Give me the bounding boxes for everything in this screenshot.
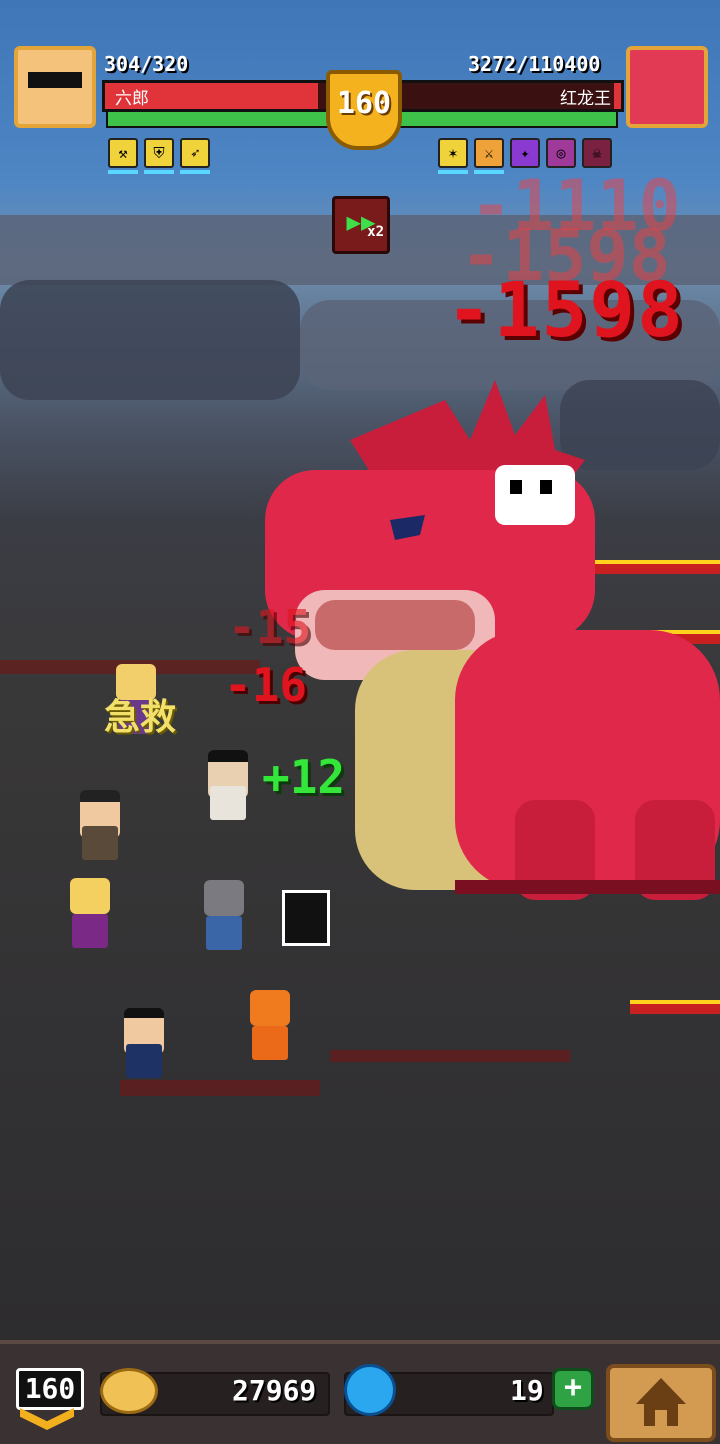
- hero-samurai[interactable]: [200, 750, 256, 824]
- status-text: 急救: [104, 697, 177, 738]
- bottom-bar: 160 27969 19 +: [0, 1340, 720, 1444]
- boot-icon[interactable]: ➶: [180, 138, 210, 168]
- damage-number: -1598: [446, 265, 685, 354]
- pirate-flag-icon: [282, 890, 330, 946]
- buff-timer: [144, 170, 174, 174]
- battle-scene[interactable]: -1110 -1598 -1598 -15 -16 +12 急救 ▶▶ x2: [0, 0, 720, 1340]
- buff-timer: [180, 170, 210, 174]
- boss-hp-fill: [614, 83, 621, 109]
- hero-elder[interactable]: [62, 878, 118, 952]
- hero-ginger-mage[interactable]: [242, 990, 298, 1064]
- buff-timer: [108, 170, 138, 174]
- add-gems-button[interactable]: +: [552, 1368, 594, 1410]
- mask-icon: [28, 72, 82, 88]
- player-hp-text: 304/320: [104, 52, 189, 76]
- sword-icon[interactable]: ✦: [510, 138, 540, 168]
- player-name: 六郎: [115, 89, 149, 109]
- player-avatar[interactable]: [14, 46, 96, 128]
- wings-icon: [20, 1408, 74, 1430]
- boss-hp-text: 3272/110400: [468, 52, 601, 76]
- heal-number: +12: [262, 750, 346, 804]
- damage-number: -16: [224, 658, 308, 712]
- player-hp-bar: 六郎: [102, 80, 332, 112]
- speed-label: x2: [367, 224, 384, 240]
- player-level-badge[interactable]: 160: [10, 1366, 84, 1434]
- boss-energy-gauge: [392, 110, 618, 128]
- fire-icon[interactable]: ✶: [438, 138, 468, 168]
- boss-gauge-fill: [394, 112, 616, 126]
- shield-icon[interactable]: ⛨: [144, 138, 174, 168]
- ground-streak: [330, 1050, 570, 1062]
- claw-icon[interactable]: ⚔: [474, 138, 504, 168]
- buff-timer: [438, 170, 468, 174]
- gem-amount: 19: [510, 1374, 544, 1407]
- top-hud: 304/320 六郎 3272/110400 红龙王 160 ⚒ ⛨ ➶ ✶ ⚔…: [0, 0, 720, 190]
- hero-boy[interactable]: [72, 790, 128, 864]
- gold-coin-icon: [100, 1368, 158, 1414]
- lava-crack: [630, 1000, 720, 1014]
- player-level: 160: [16, 1368, 84, 1410]
- axe-icon[interactable]: ⚒: [108, 138, 138, 168]
- damage-number: -15: [228, 600, 312, 654]
- speed-toggle-button[interactable]: ▶▶ x2: [332, 196, 390, 254]
- gem-icon: [344, 1364, 396, 1416]
- boss-hp-bar: 红龙王: [394, 80, 624, 112]
- red-dragon-boss[interactable]: [255, 380, 720, 910]
- skull-debuff-icon: [495, 465, 575, 525]
- player-gauge-fill: [108, 112, 330, 126]
- gold-amount: 27969: [232, 1374, 317, 1407]
- hero-gray-hair[interactable]: [196, 880, 252, 954]
- hero-officer[interactable]: [116, 1008, 172, 1082]
- home-button[interactable]: [606, 1364, 716, 1442]
- ground-streak: [120, 1080, 320, 1096]
- boss-name: 红龙王: [560, 89, 611, 109]
- boss-avatar[interactable]: [626, 46, 708, 128]
- spiral-icon[interactable]: ◎: [546, 138, 576, 168]
- stage-level-badge: 160: [326, 70, 402, 150]
- player-energy-gauge: [106, 110, 332, 128]
- buff-timer: [474, 170, 504, 174]
- skull-icon[interactable]: ☠: [582, 138, 612, 168]
